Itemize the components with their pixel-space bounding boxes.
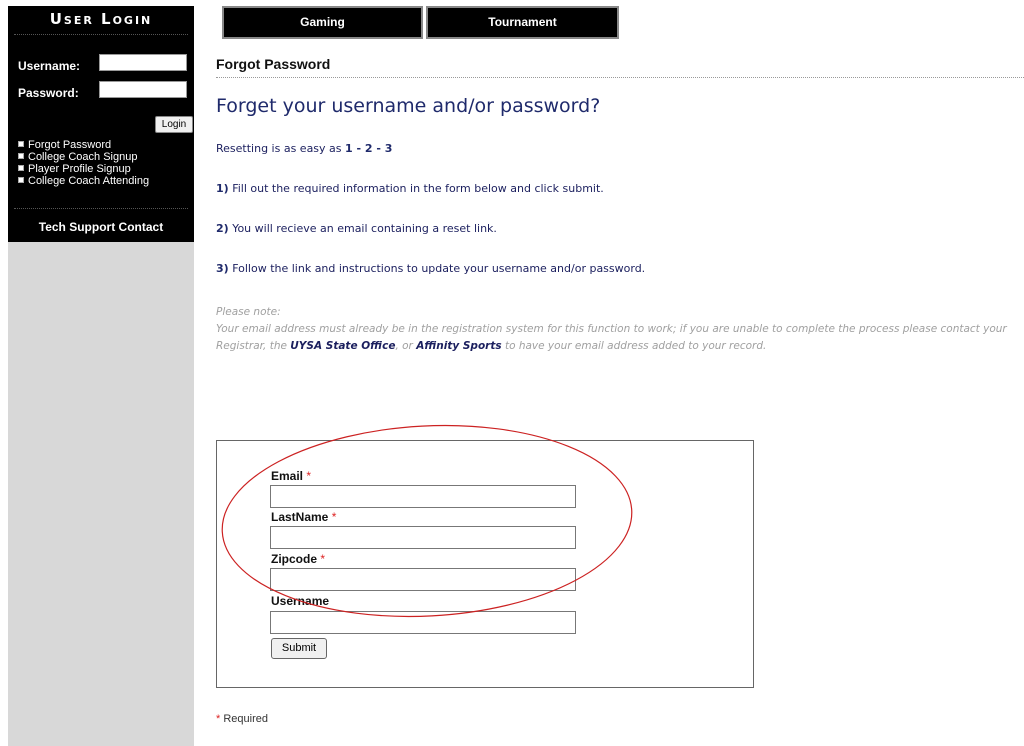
tab-tournament[interactable]: Tournament: [426, 6, 619, 39]
required-marker: *: [216, 713, 221, 725]
section-title: Forgot Password: [216, 56, 331, 72]
step-number: 2): [216, 222, 229, 235]
field-label-text: Email: [271, 469, 304, 483]
sidebar-link-label: Forgot Password: [28, 139, 112, 151]
step-number: 1): [216, 182, 229, 195]
bullet-icon: [18, 165, 24, 171]
sidebar-link-label: College Coach Attending: [28, 175, 150, 187]
step-text: Fill out the required information in the…: [232, 182, 604, 195]
required-marker: *: [306, 469, 312, 483]
bullet-icon: [18, 141, 24, 147]
section-divider: [216, 77, 1024, 78]
login-panel: User Login Username: Password: Login For…: [8, 6, 194, 242]
sidebar-link-player-profile-signup[interactable]: Player Profile Signup: [18, 163, 149, 175]
page-headline: Forget your username and/or password?: [216, 95, 601, 117]
username-form-label: Username: [271, 594, 329, 608]
step-number: 3): [216, 262, 229, 275]
bullet-icon: [18, 153, 24, 159]
username-label: Username:: [18, 59, 81, 73]
required-legend: * Required: [216, 713, 268, 725]
lastname-label: LastName *: [271, 510, 336, 524]
divider: [14, 208, 188, 209]
email-label: Email *: [271, 469, 311, 483]
uysa-state-office-link[interactable]: UYSA State Office: [290, 340, 395, 352]
required-legend-text: Required: [223, 713, 268, 725]
step-2: 2) You will recieve an email containing …: [216, 222, 497, 235]
sidebar-link-label: College Coach Signup: [28, 151, 138, 163]
intro-text: Resetting is as easy as 1 - 2 - 3: [216, 142, 392, 155]
lastname-field[interactable]: [270, 526, 576, 549]
username-field[interactable]: [270, 611, 576, 634]
login-button[interactable]: Login: [155, 116, 193, 133]
divider: [14, 34, 188, 35]
required-marker: *: [331, 510, 337, 524]
sidebar-link-forgot-password[interactable]: Forgot Password: [18, 139, 149, 151]
bullet-icon: [18, 177, 24, 183]
intro-steps: 1 - 2 - 3: [345, 142, 393, 155]
affinity-sports-link[interactable]: Affinity Sports: [416, 340, 501, 352]
sidebar-link-label: Player Profile Signup: [28, 163, 131, 175]
zipcode-field[interactable]: [270, 568, 576, 591]
submit-button[interactable]: Submit: [271, 638, 327, 659]
tab-gaming[interactable]: Gaming: [222, 6, 423, 39]
email-field[interactable]: [270, 485, 576, 508]
tech-support-link[interactable]: Tech Support Contact: [8, 220, 194, 234]
field-label-text: LastName: [271, 510, 329, 524]
sidebar-link-college-coach-signup[interactable]: College Coach Signup: [18, 151, 149, 163]
step-3: 3) Follow the link and instructions to u…: [216, 262, 645, 275]
note-text: , or: [395, 340, 413, 352]
password-input[interactable]: [99, 81, 187, 98]
note-text: to have your email address added to your…: [504, 340, 767, 352]
required-marker: *: [320, 552, 326, 566]
sidebar-links: Forgot Password College Coach Signup Pla…: [18, 139, 149, 187]
password-label: Password:: [18, 86, 79, 100]
username-input[interactable]: [99, 54, 187, 71]
please-note: Please note: Your email address must alr…: [216, 304, 1016, 355]
step-text: You will recieve an email containing a r…: [232, 222, 497, 235]
sidebar-link-college-coach-attending[interactable]: College Coach Attending: [18, 175, 149, 187]
field-label-text: Username: [271, 594, 330, 608]
sidebar: User Login Username: Password: Login For…: [8, 6, 194, 746]
login-panel-title: User Login: [49, 10, 153, 28]
step-text: Follow the link and instructions to upda…: [232, 262, 646, 275]
note-heading: Please note:: [216, 306, 281, 318]
note-body: Your email address must already be in th…: [216, 321, 1016, 355]
zipcode-label: Zipcode *: [271, 552, 325, 566]
step-1: 1) Fill out the required information in …: [216, 182, 604, 195]
field-label-text: Zipcode: [271, 552, 318, 566]
intro-prefix: Resetting is as easy as: [216, 142, 342, 155]
